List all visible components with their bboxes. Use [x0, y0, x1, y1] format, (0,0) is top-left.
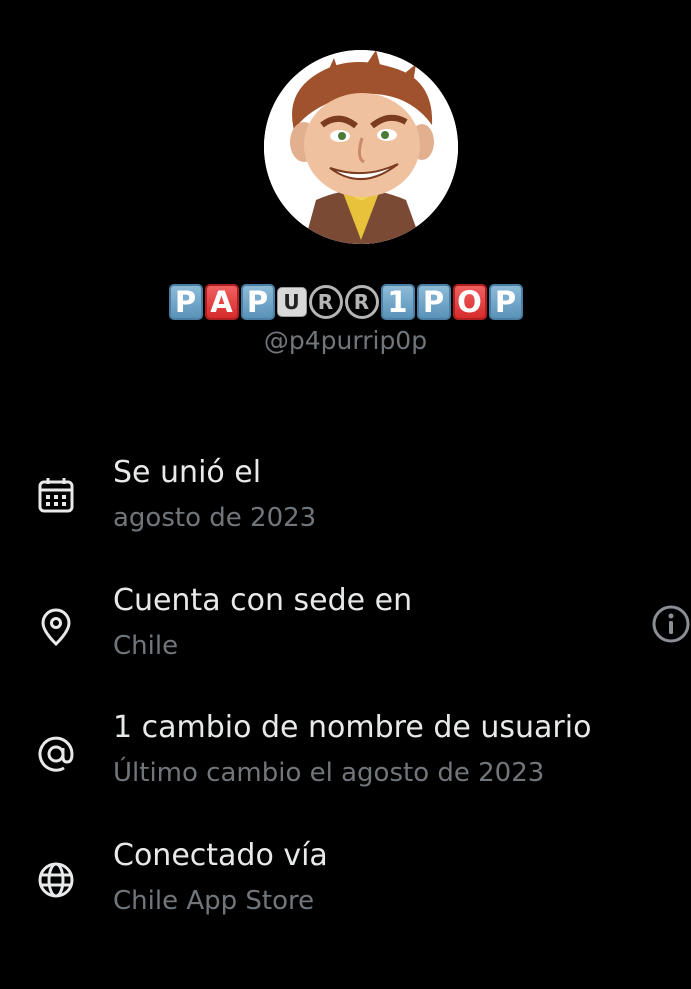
- name-tile: P: [240, 284, 275, 320]
- calendar-icon: [38, 478, 74, 513]
- name-tile: U: [276, 287, 307, 317]
- name-tile: P: [488, 284, 523, 320]
- about-row-location: Cuenta con sede en Chile: [0, 583, 691, 683]
- about-row-username-changes: 1 cambio de nombre de usuario Último cam…: [0, 710, 691, 810]
- name-tile: P: [416, 284, 451, 320]
- name-tile: O: [452, 284, 487, 320]
- username-changes-date: Último cambio el agosto de 2023: [113, 758, 545, 788]
- about-row-connected-via: Conectado vía Chile App Store: [0, 838, 691, 938]
- name-tile: P: [168, 284, 203, 320]
- profile-avatar[interactable]: [264, 50, 458, 244]
- location-pin-icon: [41, 608, 71, 647]
- name-tile: A: [204, 284, 239, 320]
- location-label: Cuenta con sede en: [113, 583, 413, 618]
- joined-label: Se unió el: [113, 455, 262, 490]
- profile-handle: @p4purrip0p: [263, 326, 428, 355]
- name-tile: R: [308, 285, 343, 319]
- info-icon[interactable]: [651, 604, 691, 644]
- avatar-illustration: [264, 50, 458, 244]
- username-changes-label: 1 cambio de nombre de usuario: [113, 710, 592, 745]
- display-name: P A P U R R 1 P O P: [0, 284, 691, 320]
- globe-icon: [38, 862, 74, 898]
- at-sign-icon: [38, 736, 74, 772]
- location-value: Chile: [113, 631, 179, 661]
- name-tile: 1: [380, 284, 415, 320]
- connected-via-value: Chile App Store: [113, 886, 315, 916]
- about-row-joined: Se unió el agosto de 2023: [0, 455, 691, 555]
- connected-via-label: Conectado vía: [113, 838, 328, 873]
- joined-date: agosto de 2023: [113, 503, 317, 533]
- name-tile: R: [344, 285, 379, 319]
